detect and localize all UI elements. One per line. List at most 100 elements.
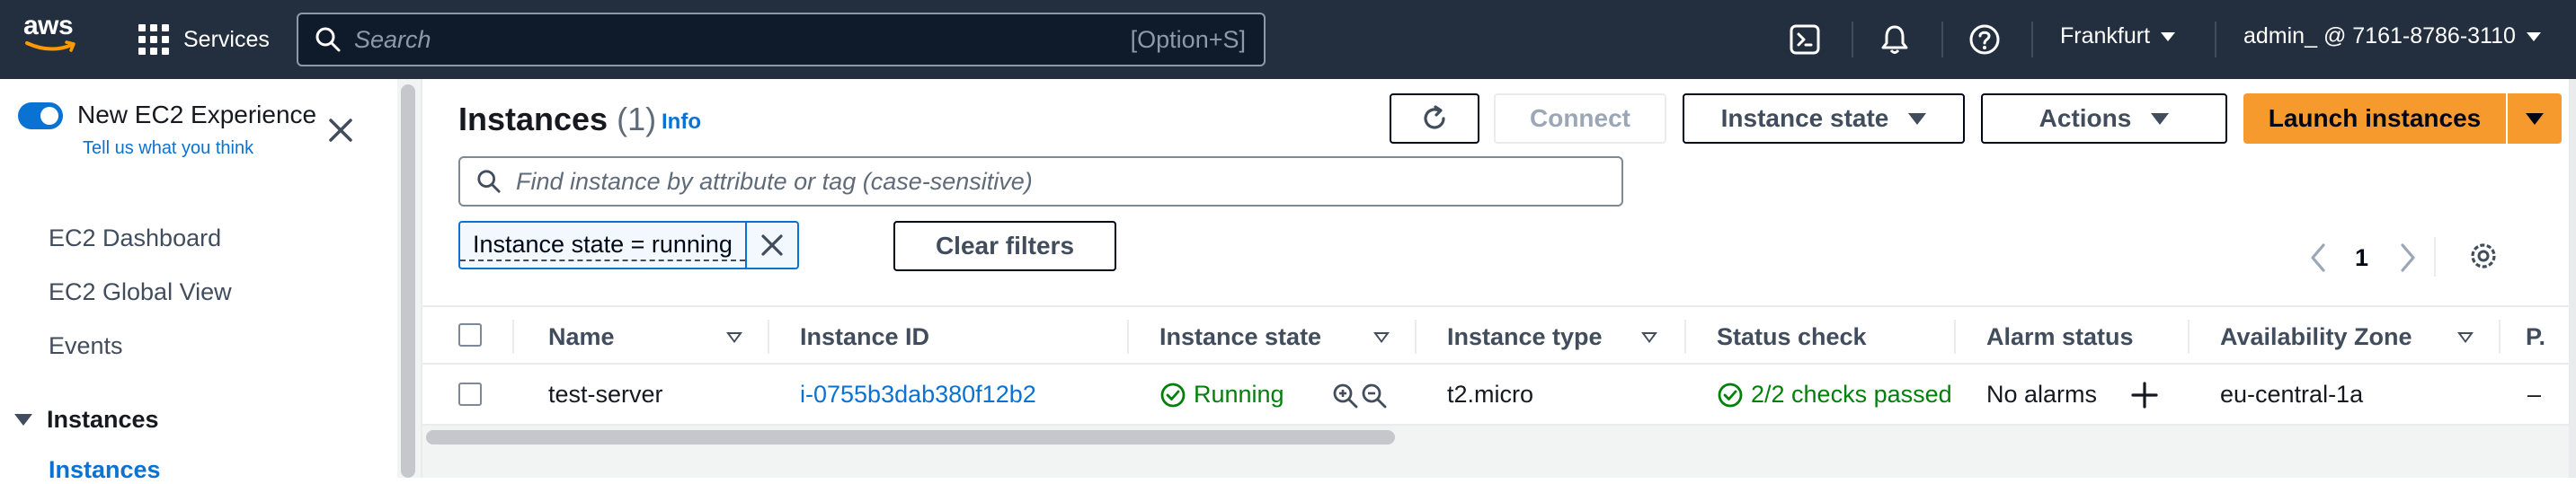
help-icon[interactable] [1968, 23, 2001, 56]
column-divider[interactable] [768, 320, 769, 354]
sidebar-section-label: Instances [47, 406, 159, 433]
nav-separator [2031, 22, 2033, 57]
column-divider[interactable] [1127, 320, 1129, 354]
column-divider[interactable] [1684, 320, 1686, 354]
sidebar-section-instances[interactable]: Instances [14, 406, 159, 434]
zoom-out-icon[interactable] [1361, 383, 1388, 409]
add-alarm-icon[interactable] [2130, 381, 2159, 409]
launch-instances-button[interactable]: Launch instances [2243, 93, 2506, 144]
account-menu[interactable]: admin_ @ 7161-8786-3110 [2243, 23, 2541, 49]
sidebar-item-events[interactable]: Events [49, 332, 123, 360]
clear-filters-button[interactable]: Clear filters [893, 221, 1116, 271]
filter-placeholder: Find instance by attribute or tag (case-… [516, 167, 1033, 195]
instance-state-dropdown[interactable]: Instance state [1683, 93, 1965, 144]
services-label: Services [183, 26, 270, 52]
cloudshell-icon[interactable] [1789, 23, 1821, 56]
caret-down-icon [2526, 112, 2544, 125]
instance-count: (1) [617, 101, 657, 137]
sidebar-item-ec2-global-view[interactable]: EC2 Global View [49, 278, 232, 306]
column-divider[interactable] [1954, 320, 1956, 354]
launch-options-dropdown[interactable] [2508, 93, 2562, 144]
bell-icon[interactable] [1879, 23, 1911, 56]
divider [2434, 237, 2436, 277]
services-menu-button[interactable]: Services [138, 20, 270, 59]
column-divider[interactable] [2188, 320, 2190, 354]
column-header-public[interactable]: P. [2526, 323, 2545, 351]
sort-icon[interactable] [1373, 332, 1390, 343]
caret-down-icon [1908, 112, 1927, 125]
sort-icon[interactable] [726, 332, 742, 343]
global-search-input[interactable]: Search [Option+S] [297, 13, 1266, 66]
column-header-instance-type[interactable]: Instance type [1447, 323, 1603, 351]
instance-state-label: Instance state [1720, 104, 1889, 132]
column-divider [512, 320, 514, 354]
remove-filter-button[interactable] [744, 223, 797, 268]
cell-instance-state: Running [1159, 381, 1284, 409]
instance-filter-input[interactable]: Find instance by attribute or tag (case-… [458, 156, 1623, 207]
state-label: Running [1194, 381, 1284, 408]
row-checkbox[interactable] [458, 383, 482, 406]
actions-dropdown[interactable]: Actions [1981, 93, 2227, 144]
aws-logo[interactable]: aws [23, 13, 79, 63]
details-panel-area [422, 449, 2576, 478]
close-icon[interactable] [327, 117, 354, 144]
info-link[interactable]: Info [662, 110, 701, 135]
aws-logo-text: aws [23, 11, 74, 40]
filter-token: Instance state = running [458, 221, 799, 269]
scrollbar-thumb[interactable] [426, 430, 1395, 444]
column-divider[interactable] [1415, 320, 1417, 354]
column-divider[interactable] [2499, 320, 2500, 354]
gear-icon[interactable] [2466, 239, 2500, 273]
caret-down-icon [2526, 31, 2541, 41]
account-label: admin_ @ 7161-8786-3110 [2243, 23, 2516, 48]
scrollbar-thumb[interactable] [401, 84, 415, 478]
caret-down-icon [14, 414, 32, 426]
check-circle-icon [1718, 383, 1743, 407]
services-grid-icon [138, 24, 169, 55]
zoom-in-icon[interactable] [1332, 383, 1359, 409]
sidebar-item-instances[interactable]: Instances [49, 456, 161, 484]
sort-icon[interactable] [2457, 332, 2474, 343]
page-scrollbar[interactable] [2569, 79, 2576, 478]
table-horizontal-scrollbar[interactable] [422, 426, 2576, 449]
select-all-checkbox[interactable] [458, 323, 482, 347]
chevron-left-icon[interactable] [2308, 242, 2328, 273]
aws-smile-icon [25, 40, 76, 52]
chevron-right-icon[interactable] [2398, 242, 2418, 273]
table-row[interactable]: test-server i-0755b3dab380f12b2 Running … [422, 365, 2576, 426]
nav-separator [1941, 22, 1943, 57]
page-number[interactable]: 1 [2355, 244, 2368, 272]
table-header: Name Instance ID Instance state Instance… [422, 305, 2576, 365]
cell-alarm-status: No alarms [1986, 381, 2098, 408]
column-header-instance-state[interactable]: Instance state [1159, 323, 1321, 351]
caret-down-icon [2151, 112, 2170, 125]
search-icon [477, 170, 501, 193]
connect-button[interactable]: Connect [1494, 93, 1666, 144]
cell-instance-type: t2.micro [1447, 381, 1534, 408]
column-header-name[interactable]: Name [548, 323, 615, 351]
column-header-availability-zone[interactable]: Availability Zone [2220, 323, 2412, 351]
cell-status-check[interactable]: 2/2 checks passed [1717, 381, 1952, 409]
column-header-alarm-status[interactable]: Alarm status [1986, 323, 2134, 351]
close-icon [761, 234, 783, 256]
sort-icon[interactable] [1641, 332, 1657, 343]
feedback-link[interactable]: Tell us what you think [83, 138, 253, 159]
new-experience-label: New EC2 Experience [77, 101, 317, 128]
column-header-instance-id[interactable]: Instance ID [800, 323, 929, 351]
new-experience-toggle[interactable] [18, 102, 63, 129]
cell-instance-id-link[interactable]: i-0755b3dab380f12b2 [800, 381, 1036, 409]
caret-down-icon [2161, 31, 2176, 41]
cell-availability-zone: eu-central-1a [2220, 381, 2364, 408]
page-title-text: Instances [458, 101, 608, 137]
refresh-button[interactable] [1390, 93, 1479, 144]
filter-token-label[interactable]: Instance state = running [460, 229, 745, 261]
actions-label: Actions [2039, 104, 2132, 132]
search-shortcut: [Option+S] [1130, 25, 1246, 53]
sidebar-scrollbar[interactable] [397, 79, 421, 478]
main-content: Instances (1) Info Connect Instance stat… [422, 79, 2576, 478]
column-header-status-check[interactable]: Status check [1717, 323, 1867, 351]
top-navigation: aws Services Search [Option+S] Frankfurt… [0, 0, 2576, 79]
sidebar-item-ec2-dashboard[interactable]: EC2 Dashboard [49, 224, 221, 252]
region-selector[interactable]: Frankfurt [2060, 23, 2176, 49]
nav-separator [2215, 22, 2216, 57]
